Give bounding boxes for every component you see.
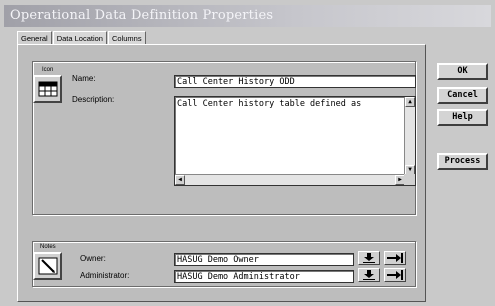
ok-button[interactable]: OK <box>437 63 488 80</box>
tab-columns[interactable]: Columns <box>107 31 146 45</box>
object-icon-button[interactable] <box>33 75 62 103</box>
scroll-up-icon[interactable]: ▲ <box>405 97 415 107</box>
tab-strip: General Data Location Columns <box>17 31 147 46</box>
scroll-corner <box>404 174 415 185</box>
owner-goto-button[interactable] <box>384 251 406 265</box>
administrator-goto-button[interactable] <box>384 268 406 282</box>
owner-select-button[interactable] <box>358 251 380 265</box>
administrator-label: Administrator: <box>80 271 130 280</box>
owner-field[interactable]: HASUG Demo Owner <box>174 253 354 266</box>
download-arrow-icon <box>363 253 375 263</box>
download-arrow-icon <box>363 270 375 280</box>
description-horizontal-scrollbar[interactable]: ◀ ▶ <box>175 174 405 185</box>
window-title: Operational Data Definition Properties <box>10 8 274 23</box>
general-tab-panel: Icon Name: Call Center History ODD Descr… <box>17 44 426 302</box>
window-title-bar: Operational Data Definition Properties <box>4 5 491 27</box>
cancel-button[interactable]: Cancel <box>437 87 488 104</box>
arrow-right-bar-icon <box>387 253 403 263</box>
description-text: Call Center history table defined as <box>177 99 362 109</box>
description-vertical-scrollbar[interactable]: ▲ ▼ <box>404 97 415 175</box>
scroll-left-icon[interactable]: ◀ <box>175 175 185 185</box>
arrow-right-bar-icon <box>387 270 403 280</box>
description-field[interactable]: Call Center history table defined as ▲ ▼… <box>174 96 416 186</box>
administrator-field[interactable]: HASUG Demo Administrator <box>174 270 354 283</box>
name-field[interactable]: Call Center History ODD <box>174 75 416 88</box>
notes-label: Notes <box>40 244 56 250</box>
process-button[interactable]: Process <box>437 153 488 170</box>
tab-data-location[interactable]: Data Location <box>52 31 107 45</box>
notes-pencil-icon <box>38 257 57 275</box>
name-label: Name: <box>72 74 96 83</box>
description-label: Description: <box>72 95 115 104</box>
icon-label: Icon <box>42 67 54 73</box>
administrator-select-button[interactable] <box>358 268 380 282</box>
owner-label: Owner: <box>80 254 106 263</box>
table-icon <box>38 81 57 97</box>
notes-button[interactable] <box>33 252 62 280</box>
help-button[interactable]: Help <box>437 109 488 126</box>
